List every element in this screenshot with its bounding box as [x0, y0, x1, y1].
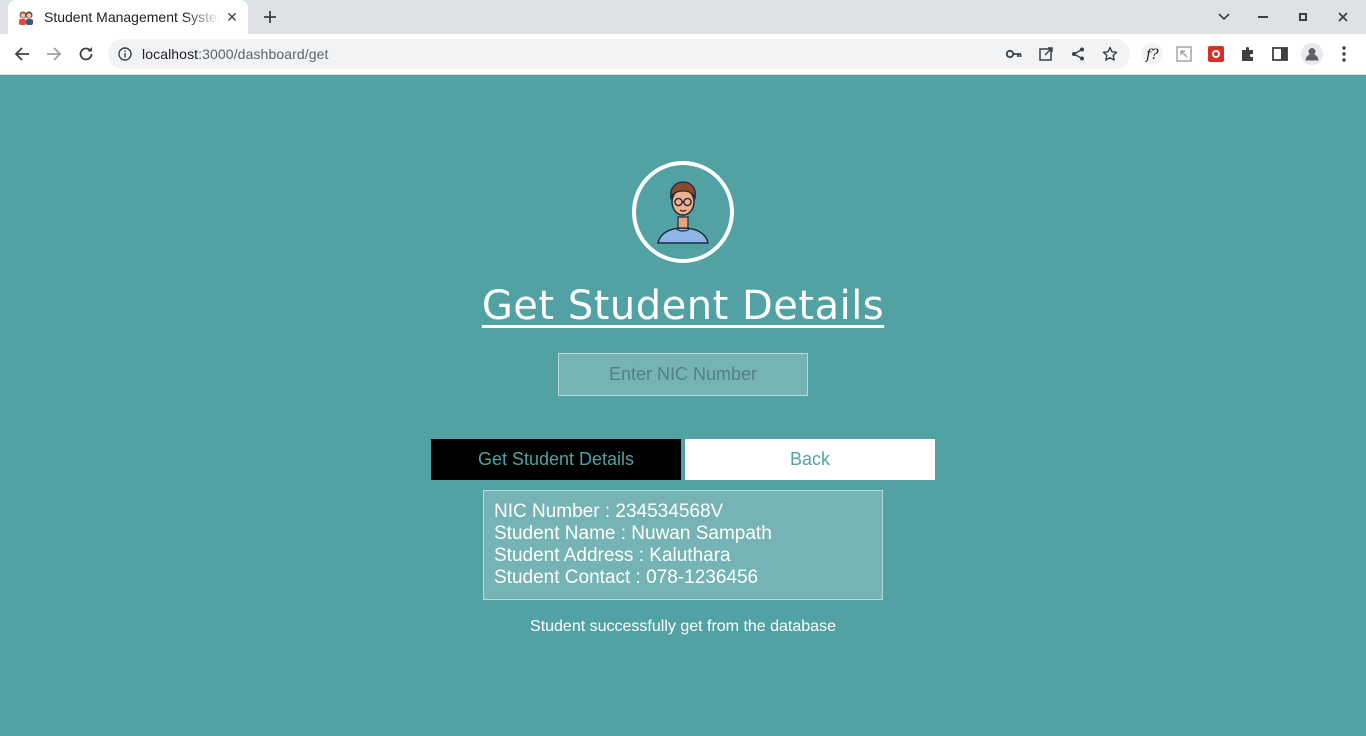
nic-input[interactable] — [558, 353, 808, 396]
get-student-details-button[interactable]: Get Student Details — [431, 439, 681, 480]
profile-avatar-icon[interactable] — [1300, 42, 1324, 66]
side-panel-icon[interactable] — [1268, 42, 1292, 66]
result-student-address: Student Address : Kaluthara — [494, 545, 731, 566]
tab-search-chevron-icon[interactable] — [1204, 0, 1244, 34]
red-extension-icon[interactable] — [1204, 42, 1228, 66]
site-info-icon[interactable] — [118, 47, 132, 61]
student-result-panel: NIC Number : 234534568V Student Name : N… — [483, 490, 883, 600]
password-key-icon[interactable] — [1002, 42, 1026, 66]
url-text: localhost:3000/dashboard/get — [142, 46, 329, 62]
tab-close-icon[interactable]: ✕ — [224, 9, 240, 25]
svg-text:f?: f? — [1145, 47, 1159, 63]
result-student-name: Student Name : Nuwan Sampath — [494, 523, 772, 544]
extensions-puzzle-icon[interactable] — [1236, 42, 1260, 66]
share-icon[interactable] — [1066, 42, 1090, 66]
result-student-contact: Student Contact : 078-1236456 — [494, 567, 759, 588]
forward-arrow-icon[interactable] — [42, 42, 66, 66]
back-arrow-icon[interactable] — [10, 42, 34, 66]
back-button[interactable]: Back — [685, 439, 935, 480]
page-title: Get Student Details — [481, 283, 885, 329]
student-avatar — [632, 161, 734, 263]
status-message: Student successfully get from the databa… — [530, 618, 836, 635]
font-finder-extension-icon[interactable]: f? — [1140, 42, 1164, 66]
close-window-icon[interactable] — [1323, 0, 1363, 34]
browser-toolbar: localhost:3000/dashboard/get f? — [0, 34, 1366, 75]
maximize-icon[interactable] — [1283, 0, 1323, 34]
students-favicon-icon — [19, 11, 33, 25]
reload-icon[interactable] — [74, 42, 98, 66]
minimize-icon[interactable] — [1243, 0, 1283, 34]
address-bar[interactable]: localhost:3000/dashboard/get — [108, 39, 1130, 69]
browser-menu-icon[interactable] — [1332, 42, 1356, 66]
picker-extension-icon[interactable] — [1172, 42, 1196, 66]
browser-tab[interactable]: Student Management System ✕ — [8, 0, 248, 34]
result-nic-number: NIC Number : 234534568V — [494, 501, 724, 522]
page-content: Get Student Details Get Student Details … — [0, 75, 1366, 736]
open-in-app-icon[interactable] — [1034, 42, 1058, 66]
new-tab-icon[interactable] — [258, 5, 282, 29]
tab-strip: Student Management System ✕ — [0, 0, 1366, 34]
bookmark-star-icon[interactable] — [1098, 42, 1122, 66]
student-avatar-icon — [657, 181, 709, 244]
tab-title: Student Management System — [44, 9, 220, 25]
